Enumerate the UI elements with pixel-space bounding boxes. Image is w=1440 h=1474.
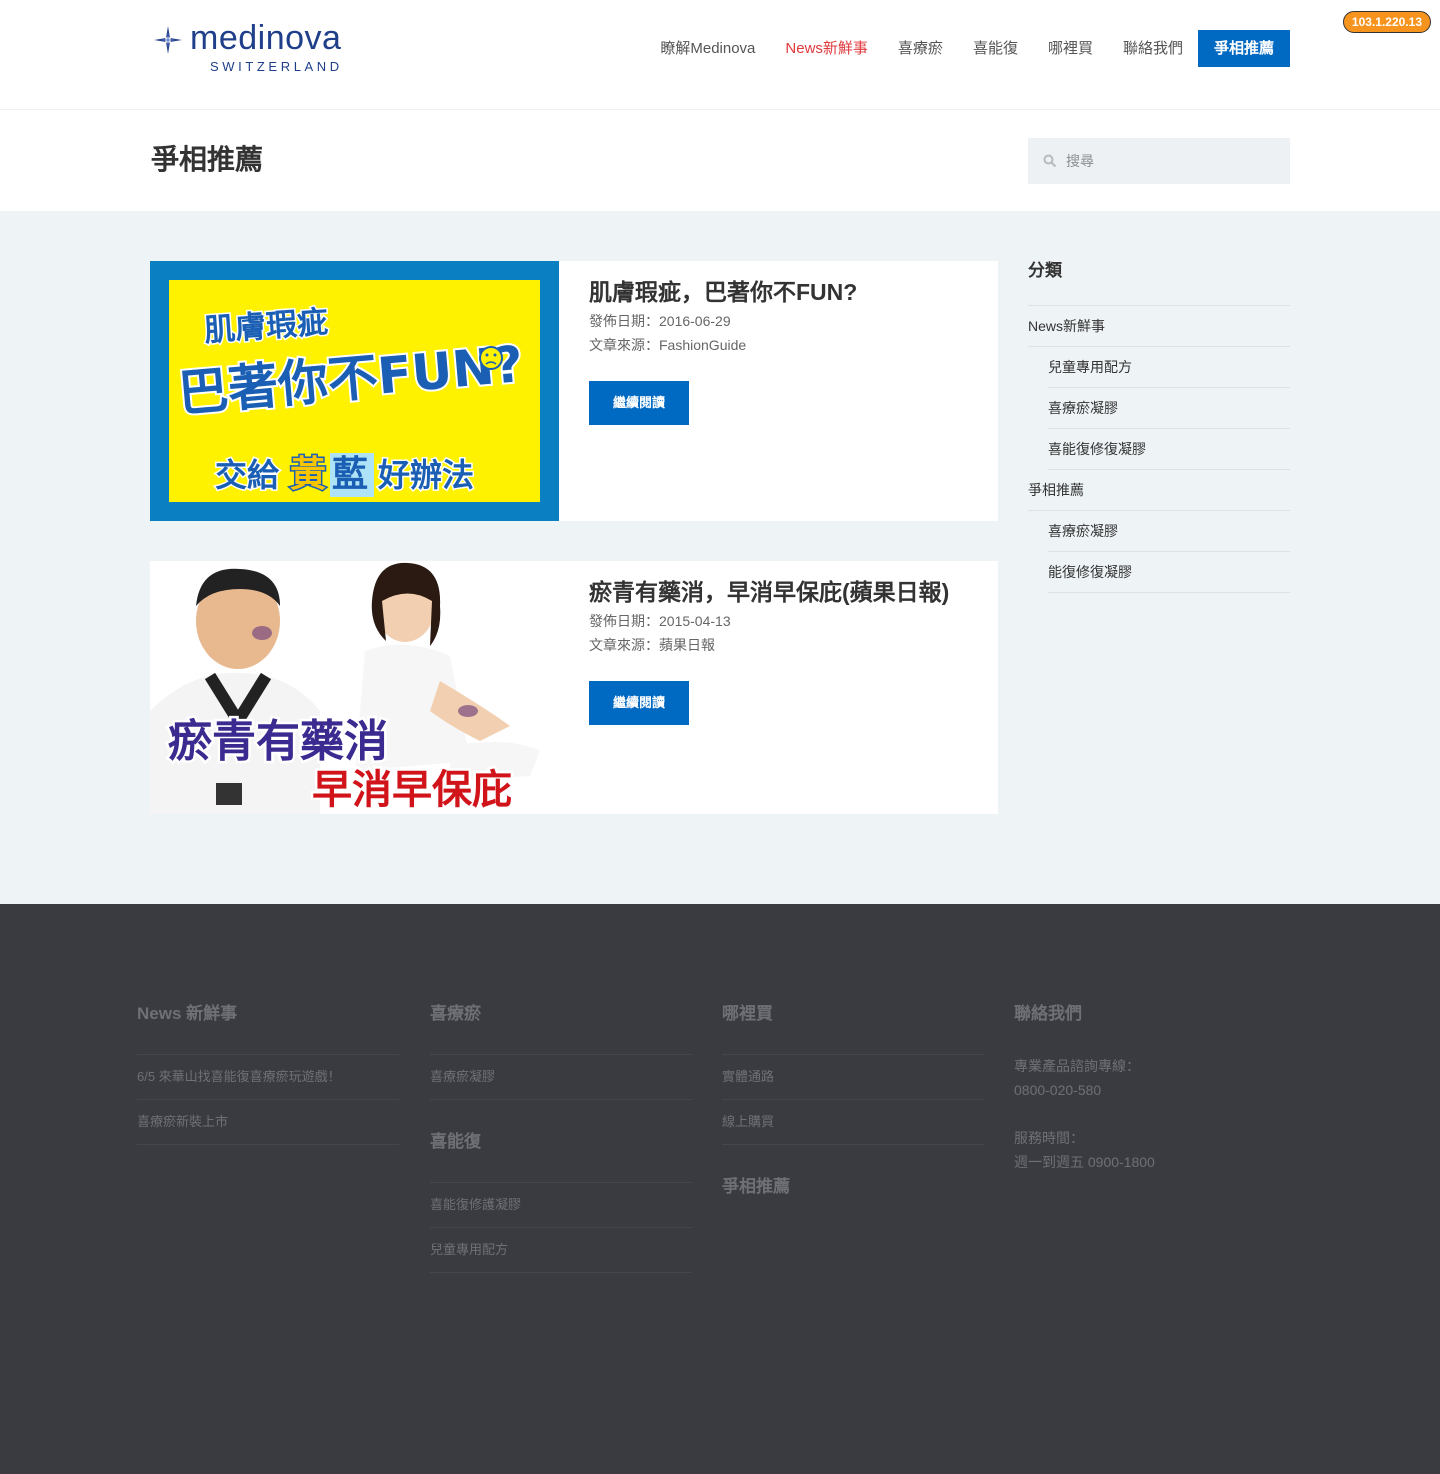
footer-contact-info: 專業產品諮詢專線： 0800-020-580 服務時間： 週一到週五 0900-…: [1014, 1054, 1276, 1174]
main-nav: 瞭解Medinova News新鮮事 喜療瘀 喜能復 哪裡買 聯絡我們 爭相推薦: [645, 30, 1290, 67]
page-title-bar: 爭相推薦: [0, 110, 1440, 211]
footer-col-news: News 新鮮事 6/5 來華山找喜能復喜療瘀玩遊戲！ 喜療瘀新裝上市: [137, 1004, 399, 1145]
footer-list-where: 實體通路 線上購買: [722, 1054, 984, 1145]
ip-address-badge: 103.1.220.13: [1342, 11, 1431, 33]
post-card: 肌膚瑕疵 巴著你不FUN? 交給 黃 藍 好辦法 肌膚瑕疵，巴著你不FUN? 發…: [150, 261, 998, 521]
banner-line3d: 好辦法: [377, 456, 474, 494]
nav-item-news[interactable]: News新鮮事: [770, 30, 883, 67]
category-item-kids-formula[interactable]: 兒童專用配方: [1048, 347, 1290, 388]
footer-heading-xinengfu[interactable]: 喜能復: [430, 1132, 692, 1152]
search-icon: [1043, 154, 1057, 168]
banner-bruise-line2: 早消早保庇: [312, 767, 512, 813]
post-date: 發佈日期：2015-04-13: [589, 613, 731, 629]
nav-item-contact[interactable]: 聯絡我們: [1108, 30, 1198, 67]
post-date: 發佈日期：2016-06-29: [589, 313, 731, 329]
footer-list-xinengfu: 喜能復修護凝膠 兒童專用配方: [430, 1182, 692, 1273]
post-body: 肌膚瑕疵，巴著你不FUN? 發佈日期：2016-06-29 文章來源：Fashi…: [589, 279, 978, 425]
footer-col-products: 喜療瘀 喜療瘀凝膠 喜能復 喜能復修護凝膠 兒童專用配方: [430, 1004, 692, 1273]
footer-list-news: 6/5 來華山找喜能復喜療瘀玩遊戲！ 喜療瘀新裝上市: [137, 1054, 399, 1145]
site-footer: News 新鮮事 6/5 來華山找喜能復喜療瘀玩遊戲！ 喜療瘀新裝上市 喜療瘀 …: [0, 904, 1440, 1474]
footer-list-xiliaoyu: 喜療瘀凝膠: [430, 1054, 692, 1100]
medinova-star-icon: [154, 26, 182, 54]
footer-link[interactable]: 兒童專用配方: [430, 1228, 692, 1273]
fun-banner-graphic: 肌膚瑕疵 巴著你不FUN? 交給 黃 藍 好辦法: [150, 261, 559, 521]
site-header: medinova SWITZERLAND 瞭解Medinova News新鮮事 …: [0, 0, 1440, 110]
nav-item-about[interactable]: 瞭解Medinova: [645, 30, 770, 67]
service-hours: 週一到週五 0900-1800: [1014, 1154, 1155, 1170]
post-thumbnail-image[interactable]: 瘀青有藥消 早消早保庇: [150, 561, 559, 814]
nav-item-xinengfu[interactable]: 喜能復: [958, 30, 1033, 67]
post-title[interactable]: 瘀青有藥消，早消早保庇(蘋果日報): [589, 579, 978, 605]
footer-heading-contact[interactable]: 聯絡我們: [1014, 1004, 1276, 1024]
post-title[interactable]: 肌膚瑕疵，巴著你不FUN?: [589, 279, 978, 305]
post-thumbnail-image[interactable]: 肌膚瑕疵 巴著你不FUN? 交給 黃 藍 好辦法: [150, 261, 559, 521]
footer-link[interactable]: 線上購買: [722, 1100, 984, 1145]
category-item-news[interactable]: News新鮮事: [1028, 306, 1290, 347]
footer-heading-news[interactable]: News 新鮮事: [137, 1004, 399, 1024]
post-source: 文章來源：FashionGuide: [589, 337, 747, 353]
bruise-banner-graphic: 瘀青有藥消 早消早保庇: [150, 561, 559, 814]
logo-wordmark: medinova: [190, 19, 342, 57]
banner-bruise-line1: 瘀青有藥消: [168, 716, 388, 767]
footer-link[interactable]: 喜能復修護凝膠: [430, 1183, 692, 1228]
category-item-xiliaoyu-gel[interactable]: 喜療瘀凝膠: [1048, 388, 1290, 429]
nav-item-where-to-buy[interactable]: 哪裡買: [1033, 30, 1108, 67]
category-sidebar: 分類 News新鮮事 兒童專用配方 喜療瘀凝膠 喜能復修復凝膠 爭相推薦 喜療瘀…: [1028, 261, 1290, 593]
hotline-number[interactable]: 0800-020-580: [1014, 1078, 1276, 1102]
category-list: News新鮮事 兒童專用配方 喜療瘀凝膠 喜能復修復凝膠 爭相推薦 喜療瘀凝膠 …: [1028, 305, 1290, 593]
banner-line3b: 黃: [290, 454, 326, 495]
logo-tagline: SWITZERLAND: [210, 59, 343, 74]
footer-link[interactable]: 喜療瘀新裝上市: [137, 1100, 399, 1145]
footer-col-where: 哪裡買 實體通路 線上購買 爭相推薦: [722, 1004, 984, 1197]
category-item-nengfu-gel[interactable]: 能復修復凝膠: [1048, 552, 1290, 593]
footer-link[interactable]: 6/5 來華山找喜能復喜療瘀玩遊戲！: [137, 1055, 399, 1100]
hotline-label: 專業產品諮詢專線：: [1014, 1058, 1140, 1074]
category-item-xiliaoyu-gel-2[interactable]: 喜療瘀凝膠: [1048, 511, 1290, 552]
footer-link[interactable]: 喜療瘀凝膠: [430, 1055, 692, 1100]
main-content: 肌膚瑕疵 巴著你不FUN? 交給 黃 藍 好辦法 肌膚瑕疵，巴著你不FUN? 發…: [0, 211, 1440, 904]
category-item-xinengfu-gel[interactable]: 喜能復修復凝膠: [1048, 429, 1290, 470]
banner-line3a: 交給: [215, 456, 280, 494]
sidebar-heading: 分類: [1028, 261, 1062, 280]
footer-heading-xiliaoyu[interactable]: 喜療瘀: [430, 1004, 692, 1024]
read-more-button[interactable]: 繼續閱讀: [589, 681, 689, 725]
post-body: 瘀青有藥消，早消早保庇(蘋果日報) 發佈日期：2015-04-13 文章來源：蘋…: [589, 579, 978, 725]
footer-col-contact: 聯絡我們 專業產品諮詢專線： 0800-020-580 服務時間： 週一到週五 …: [1014, 1004, 1276, 1174]
banner-line3c: 藍: [332, 454, 368, 495]
post-source: 文章來源：蘋果日報: [589, 637, 715, 653]
service-hours-label: 服務時間：: [1014, 1130, 1084, 1146]
footer-heading-recommend[interactable]: 爭相推薦: [722, 1177, 984, 1197]
footer-link[interactable]: 實體通路: [722, 1055, 984, 1100]
search-box[interactable]: [1028, 138, 1290, 184]
category-item-recommend[interactable]: 爭相推薦: [1028, 470, 1290, 511]
nav-item-recommend-button[interactable]: 爭相推薦: [1197, 30, 1290, 67]
search-input[interactable]: [1066, 138, 1281, 184]
post-card: 瘀青有藥消 早消早保庇 瘀青有藥消，早消早保庇(蘋果日報) 發佈日期：2015-…: [150, 561, 998, 814]
medinova-logo[interactable]: medinova SWITZERLAND: [150, 18, 370, 78]
nav-item-xiliaoyu[interactable]: 喜療瘀: [883, 30, 958, 67]
page-title: 爭相推薦: [151, 144, 264, 175]
read-more-button[interactable]: 繼續閱讀: [589, 381, 689, 425]
footer-heading-where[interactable]: 哪裡買: [722, 1004, 984, 1024]
